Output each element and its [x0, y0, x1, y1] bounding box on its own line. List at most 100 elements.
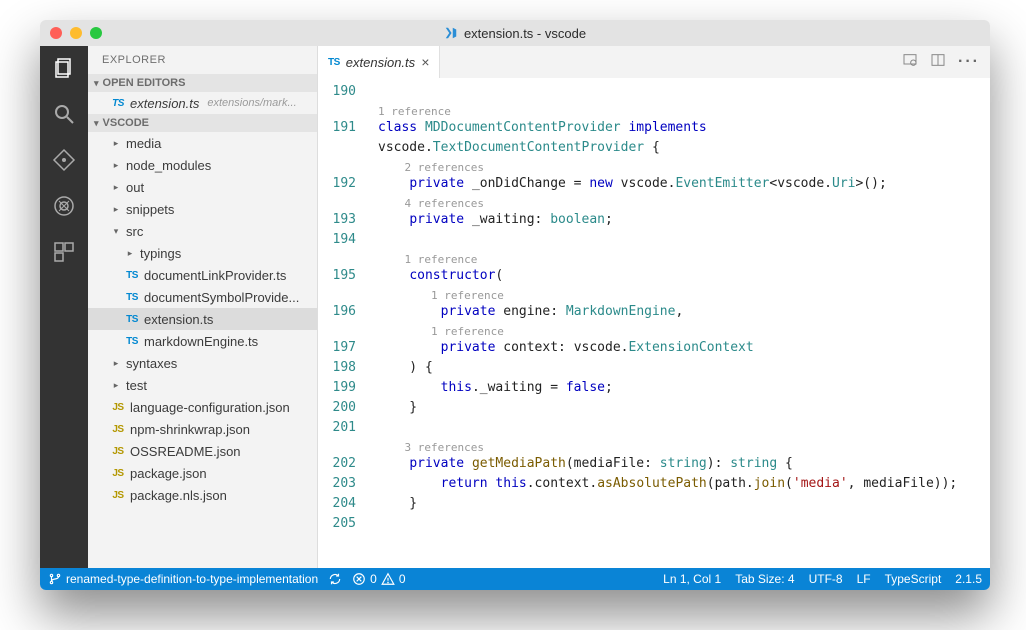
- language-item[interactable]: TypeScript: [885, 572, 942, 586]
- file-item[interactable]: TS documentSymbolProvide...: [88, 286, 317, 308]
- code-editor[interactable]: 1901911921931941951961971981992002012022…: [318, 78, 990, 568]
- chevron-down-icon: ▾: [94, 118, 99, 129]
- codelens[interactable]: 1 reference: [378, 286, 990, 302]
- codelens[interactable]: 1 reference: [378, 102, 990, 118]
- vscode-app-icon: [444, 26, 458, 40]
- tree-item-label: node_modules: [126, 158, 211, 173]
- codelens[interactable]: 1 reference: [378, 250, 990, 266]
- explorer-icon[interactable]: [50, 54, 78, 82]
- workspace-header[interactable]: ▾ VSCODE: [88, 114, 317, 132]
- code-line[interactable]: private _onDidChange = new vscode.EventE…: [378, 174, 990, 194]
- tab-size-item[interactable]: Tab Size: 4: [735, 572, 794, 586]
- chevron-icon: ▸: [110, 160, 122, 171]
- typescript-file-icon: TS: [124, 270, 140, 281]
- code-line[interactable]: private getMediaPath(mediaFile: string):…: [378, 454, 990, 474]
- problems-item[interactable]: 0 0: [352, 572, 405, 586]
- code-line[interactable]: ) {: [378, 358, 990, 378]
- editor-group: TS extension.ts × ··· 190191192193194195…: [318, 46, 990, 568]
- more-actions-icon[interactable]: ···: [958, 53, 980, 71]
- code-line[interactable]: constructor(: [378, 266, 990, 286]
- tab-extension-ts[interactable]: TS extension.ts ×: [318, 46, 440, 78]
- code-line[interactable]: private engine: MarkdownEngine,: [378, 302, 990, 322]
- file-item[interactable]: TSmarkdownEngine.ts: [88, 330, 317, 352]
- code-line[interactable]: private context: vscode.ExtensionContext: [378, 338, 990, 358]
- window: extension.ts - vscode EXPLORER: [40, 20, 990, 590]
- json-file-icon: JS: [110, 402, 126, 413]
- json-file-icon: JS: [110, 490, 126, 501]
- tree-item-label: src: [126, 224, 143, 239]
- code-line[interactable]: vscode.TextDocumentContentProvider {: [378, 138, 990, 158]
- code-line[interactable]: private _waiting: boolean;: [378, 210, 990, 230]
- file-item[interactable]: JS package.nls.json: [88, 484, 317, 506]
- tree-item-label: typings: [140, 246, 181, 261]
- file-item[interactable]: JSlanguage-configuration.json: [88, 396, 317, 418]
- tree-item-label: snippets: [126, 202, 174, 217]
- open-editors-header[interactable]: ▾ OPEN EDITORS: [88, 74, 317, 92]
- version-item[interactable]: 2.1.5: [955, 572, 982, 586]
- tree-item-label: documentLinkProvider.ts: [144, 268, 286, 283]
- editor-actions: ···: [902, 46, 990, 78]
- code-line[interactable]: class MDDocumentContentProvider implemen…: [378, 118, 990, 138]
- debug-icon[interactable]: [50, 192, 78, 220]
- encoding-item[interactable]: UTF-8: [809, 572, 843, 586]
- file-item[interactable]: TSextension.ts: [88, 308, 317, 330]
- folder-item[interactable]: ▸ media: [88, 132, 317, 154]
- window-title: extension.ts - vscode: [40, 26, 990, 41]
- tree-item-label: package.nls.json: [130, 488, 227, 503]
- file-item[interactable]: JS npm-shrinkwrap.json: [88, 418, 317, 440]
- typescript-file-icon: TS: [124, 292, 140, 303]
- titlebar: extension.ts - vscode: [40, 20, 990, 46]
- source-control-icon[interactable]: [50, 146, 78, 174]
- chevron-icon: ▾: [110, 226, 122, 237]
- show-preview-icon[interactable]: [902, 52, 918, 73]
- folder-item[interactable]: ▸ syntaxes: [88, 352, 317, 374]
- tree-item-label: media: [126, 136, 161, 151]
- json-file-icon: JS: [110, 468, 126, 479]
- codelens[interactable]: 1 reference: [378, 322, 990, 338]
- code-line[interactable]: [378, 514, 990, 534]
- chevron-icon: ▸: [110, 138, 122, 149]
- extensions-icon[interactable]: [50, 238, 78, 266]
- codelens[interactable]: 4 references: [378, 194, 990, 210]
- code-line[interactable]: [378, 230, 990, 250]
- code-line[interactable]: }: [378, 398, 990, 418]
- code-line[interactable]: this._waiting = false;: [378, 378, 990, 398]
- eol-item[interactable]: LF: [857, 572, 871, 586]
- tree-item-label: syntaxes: [126, 356, 177, 371]
- typescript-file-icon: TS: [110, 98, 126, 109]
- line-col-item[interactable]: Ln 1, Col 1: [663, 572, 721, 586]
- warning-icon: [381, 572, 395, 586]
- split-editor-icon[interactable]: [930, 52, 946, 73]
- sync-item[interactable]: [328, 572, 342, 586]
- close-tab-icon[interactable]: ×: [421, 54, 429, 70]
- code-line[interactable]: return this.context.asAbsolutePath(path.…: [378, 474, 990, 494]
- code-line[interactable]: }: [378, 494, 990, 514]
- branch-item[interactable]: renamed-type-definition-to-type-implemen…: [48, 572, 318, 586]
- folder-item[interactable]: ▸ typings: [88, 242, 317, 264]
- chevron-icon: ▸: [124, 248, 136, 259]
- file-tree: ▸media▸node_modules▸out▸snippets▾src▸typ…: [88, 132, 317, 568]
- folder-item[interactable]: ▸test: [88, 374, 317, 396]
- codelens[interactable]: 3 references: [378, 438, 990, 454]
- tree-item-label: documentSymbolProvide...: [144, 290, 299, 305]
- git-branch-icon: [48, 572, 62, 586]
- file-item[interactable]: JSOSSREADME.json: [88, 440, 317, 462]
- sidebar-title: EXPLORER: [88, 46, 317, 74]
- folder-item[interactable]: ▸out: [88, 176, 317, 198]
- codelens[interactable]: 2 references: [378, 158, 990, 174]
- file-item[interactable]: TS documentLinkProvider.ts: [88, 264, 317, 286]
- folder-item[interactable]: ▸snippets: [88, 198, 317, 220]
- tree-item-label: package.json: [130, 466, 207, 481]
- folder-item[interactable]: ▾ src: [88, 220, 317, 242]
- open-editor-item[interactable]: TS extension.ts extensions/mark...: [88, 92, 317, 114]
- json-file-icon: JS: [110, 424, 126, 435]
- json-file-icon: JS: [110, 446, 126, 457]
- file-item[interactable]: JS package.json: [88, 462, 317, 484]
- chevron-icon: ▸: [110, 380, 122, 391]
- tree-item-label: npm-shrinkwrap.json: [130, 422, 250, 437]
- typescript-file-icon: TS: [124, 314, 140, 325]
- folder-item[interactable]: ▸ node_modules: [88, 154, 317, 176]
- chevron-icon: ▸: [110, 358, 122, 369]
- search-icon[interactable]: [50, 100, 78, 128]
- code-line[interactable]: [378, 418, 990, 438]
